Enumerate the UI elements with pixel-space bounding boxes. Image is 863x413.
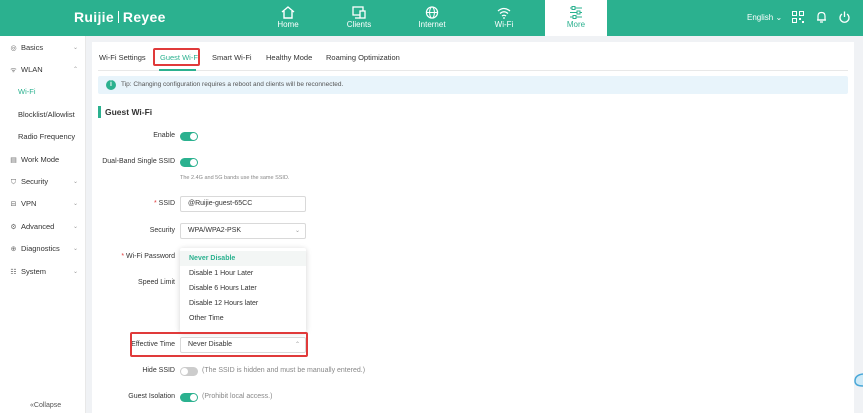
option-other-time[interactable]: Other Time <box>180 311 306 326</box>
main-panel: Wi-Fi Settings Guest Wi-Fi Smart Wi-Fi H… <box>92 42 854 413</box>
nav-more-label: More <box>566 20 586 29</box>
sidebar-item-wifi[interactable]: Wi-Fi <box>0 84 86 100</box>
ssid-input[interactable]: @Ruijie-guest-65CC <box>180 196 306 212</box>
info-icon: i <box>106 80 116 90</box>
sidebar-item-basics[interactable]: ◎ Basics ⌄ <box>0 40 86 56</box>
floating-help-icon[interactable] <box>853 372 863 388</box>
effective-time-dropdown: Never Disable Disable 1 Hour Later Disab… <box>180 248 306 332</box>
sidebar-item-advanced[interactable]: ⚙ Advanced ⌄ <box>0 219 86 235</box>
tab-divider <box>98 70 848 71</box>
sidebar-item-system[interactable]: ☷ System ⌄ <box>0 264 86 280</box>
option-disable-1-hour[interactable]: Disable 1 Hour Later <box>180 266 306 281</box>
highlight-box-guest-wifi <box>153 48 200 66</box>
diagnostics-icon: ⊕ <box>10 246 17 253</box>
sidebar-item-radio-frequency[interactable]: Radio Frequency <box>0 129 86 145</box>
nav-home[interactable]: Home <box>252 0 324 36</box>
wifi-icon: ᯤ <box>10 67 17 74</box>
shield-icon: ⛉ <box>10 179 17 186</box>
advanced-icon: ⚙ <box>10 224 17 231</box>
language-label: English <box>747 13 774 22</box>
dual-band-hint: The 2.4G and 5G bands use the same SSID. <box>180 175 290 181</box>
globe-icon: ◎ <box>10 45 17 52</box>
hide-ssid-note: (The SSID is hidden and must be manually… <box>202 367 366 374</box>
sidebar-item-vpn[interactable]: ⊟ VPN ⌄ <box>0 196 86 212</box>
vpn-icon: ⊟ <box>10 201 17 208</box>
tab-smart-wifi[interactable]: Smart Wi-Fi <box>212 53 252 62</box>
enable-toggle[interactable] <box>180 132 198 141</box>
security-select[interactable]: WPA/WPA2-PSK ⌄ <box>180 223 306 239</box>
nav-wifi[interactable]: Wi-Fi <box>468 0 540 36</box>
tip-banner: i Tip: Changing configuration requires a… <box>98 76 848 94</box>
dual-band-toggle[interactable] <box>180 158 198 167</box>
more-icon <box>570 6 582 19</box>
sidebar-item-blocklist[interactable]: Blocklist/Allowlist <box>0 107 86 123</box>
nav-more[interactable]: More <box>545 0 607 36</box>
clients-icon <box>352 6 366 19</box>
active-tab-indicator <box>159 69 196 71</box>
top-navigation-bar: Ruijie Reyee Home Clients Internet Wi-Fi … <box>0 0 863 36</box>
nav-home-label: Home <box>277 20 299 29</box>
enable-label: Enable <box>153 132 175 139</box>
ssid-label: * SSID <box>153 200 175 207</box>
sidebar-item-security[interactable]: ⛉ Security ⌄ <box>0 174 86 190</box>
option-disable-6-hours[interactable]: Disable 6 Hours Later <box>180 281 306 296</box>
globe-icon <box>425 6 439 19</box>
nav-internet-label: Internet <box>418 20 446 29</box>
sidebar-item-wlan[interactable]: ᯤ WLAN ⌃ <box>0 62 86 78</box>
tab-wifi-settings[interactable]: Wi-Fi Settings <box>99 53 146 62</box>
nav-clients-label: Clients <box>346 20 372 29</box>
chevron-down-icon: ⌄ <box>294 228 300 234</box>
dual-band-label: Dual-Band Single SSID <box>102 158 175 165</box>
chevron-down-icon: ⌄ <box>72 224 78 230</box>
bell-alert-icon[interactable] <box>816 11 827 23</box>
nav-internet[interactable]: Internet <box>396 0 468 36</box>
hide-ssid-toggle[interactable] <box>180 367 198 376</box>
wifi-icon <box>497 7 511 19</box>
sidebar-item-diagnostics[interactable]: ⊕ Diagnostics ⌄ <box>0 241 86 257</box>
security-label: Security <box>149 227 175 234</box>
tip-text: Tip: Changing configuration requires a r… <box>121 81 344 88</box>
highlight-box-effective-time <box>130 332 308 357</box>
system-icon: ☷ <box>10 269 17 276</box>
nav-wifi-label: Wi-Fi <box>494 20 514 29</box>
sidebar: ◎ Basics ⌄ ᯤ WLAN ⌃ Wi-Fi Blocklist/Allowlis… <box>0 36 86 413</box>
speed-limit-label: Speed Limit <box>138 279 175 286</box>
option-disable-12-hours[interactable]: Disable 12 Hours later <box>180 296 306 311</box>
tab-roaming-optimization[interactable]: Roaming Optimization <box>326 53 400 62</box>
chevron-down-icon: ⌄ <box>775 13 783 22</box>
chevron-down-icon: ⌄ <box>72 201 78 207</box>
guest-isolation-toggle[interactable] <box>180 393 198 402</box>
guest-isolation-label: Guest Isolation <box>128 393 175 400</box>
option-never-disable[interactable]: Never Disable <box>180 251 306 266</box>
hide-ssid-label: Hide SSID <box>142 367 175 374</box>
chevron-down-icon: ⌄ <box>72 179 78 185</box>
section-title: Guest Wi-Fi <box>105 107 153 117</box>
guest-isolation-note: (Prohibit local access.) <box>202 393 273 400</box>
collapse-button[interactable]: «Collapse <box>30 402 61 409</box>
chevron-up-icon: ⌃ <box>72 67 78 73</box>
work-mode-icon: ▤ <box>10 157 17 164</box>
chevron-down-icon: ⌄ <box>72 269 78 275</box>
tab-healthy-mode[interactable]: Healthy Mode <box>266 53 312 62</box>
home-icon <box>281 6 295 19</box>
chevron-down-icon: ⌄ <box>72 45 78 51</box>
language-selector[interactable]: English ⌄ <box>747 13 782 22</box>
nav-clients[interactable]: Clients <box>323 0 395 36</box>
sidebar-item-work-mode[interactable]: ▤ Work Mode <box>0 152 86 168</box>
wifi-password-label: * Wi-Fi Password <box>121 253 175 260</box>
qr-code-icon[interactable] <box>792 11 804 23</box>
logout-icon[interactable] <box>839 11 850 23</box>
chevron-down-icon: ⌄ <box>72 246 78 252</box>
brand-logo: Ruijie Reyee <box>74 9 166 25</box>
section-accent <box>98 106 101 118</box>
